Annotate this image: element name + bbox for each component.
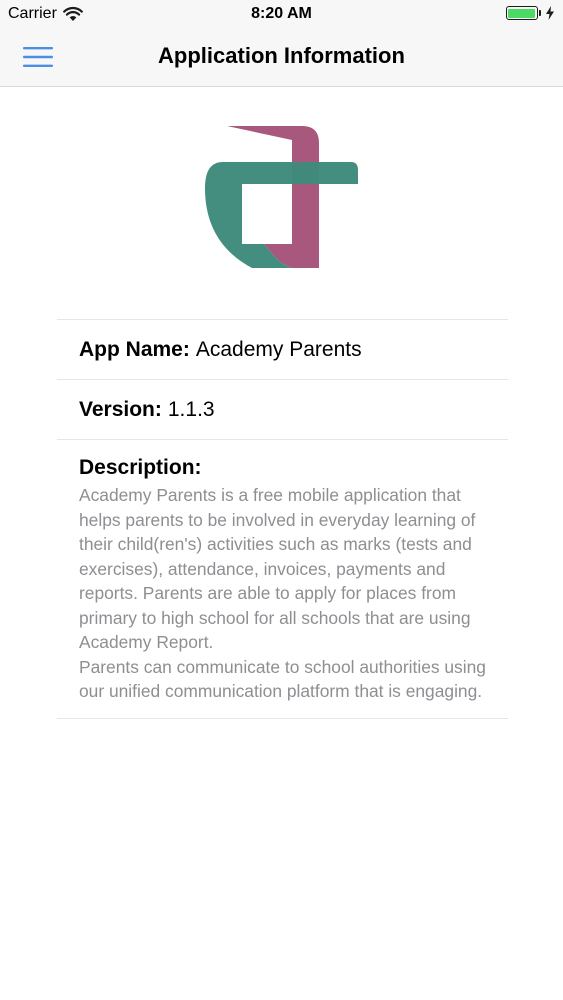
version-row: Version: 1.1.3 (57, 380, 508, 439)
battery-tip (538, 10, 541, 16)
navigation-bar: Application Information (0, 28, 563, 87)
status-time: 8:20 AM (251, 5, 312, 22)
battery-level-fill (508, 8, 535, 18)
status-bar: Carrier 8:20 AM (0, 0, 563, 28)
academy-logo (205, 126, 358, 268)
version-value: 1.1.3 (167, 397, 215, 421)
description-paragraph-2: Parents can communicate to school author… (79, 656, 486, 702)
app-name-row: App Name: Academy Parents (57, 320, 508, 379)
divider (57, 717, 508, 719)
battery-icon (505, 6, 538, 20)
charging-bolt-icon (546, 6, 554, 20)
app-info-list: App Name: Academy Parents Version: 1.1.3… (57, 319, 508, 719)
page-title: Application Information (158, 43, 405, 68)
description-label: Description: (79, 456, 202, 479)
app-name-value: Academy Parents (195, 337, 362, 361)
app-name-label: App Name: (79, 337, 190, 361)
description-block: Description: Academy Parents is a free m… (57, 440, 508, 718)
version-label: Version: (79, 397, 162, 421)
battery-indicator (505, 6, 556, 20)
description-paragraph-1: Academy Parents is a free mobile applica… (79, 485, 476, 652)
